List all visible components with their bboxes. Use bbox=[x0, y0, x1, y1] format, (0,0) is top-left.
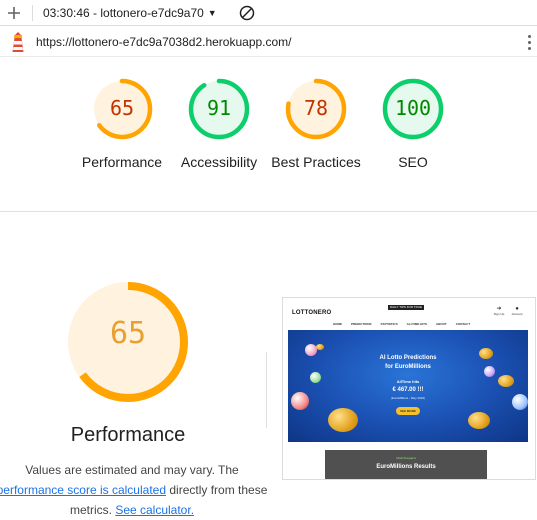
toolbar-separator bbox=[32, 4, 33, 21]
block-icon bbox=[239, 5, 254, 20]
gold-coin bbox=[328, 408, 358, 432]
thumbnail-headline-2: for EuroMillions bbox=[385, 364, 431, 370]
thumbnail-strip: DAILY TIPS FOR TRUE bbox=[388, 305, 424, 310]
thumbnail-account-label: Account bbox=[511, 312, 523, 316]
final-screenshot-thumbnail[interactable]: LOTTONERO DAILY TIPS FOR TRUE HOME PREDI… bbox=[282, 297, 536, 480]
gold-coin bbox=[468, 412, 490, 429]
thumbnail-account: ● Account bbox=[510, 306, 524, 318]
thumbnail-logo: LOTTONERO bbox=[292, 310, 332, 316]
caret-down-icon: ▼ bbox=[207, 7, 217, 18]
thumbnail-results-title: EuroMillions Results bbox=[376, 464, 436, 470]
thumbnail-alltime-hits: AllTime hits bbox=[396, 379, 420, 384]
gauge-score: 78 bbox=[303, 96, 329, 120]
gauge-label: Accessibility bbox=[180, 154, 258, 170]
thumbnail-headline-1: AI Lotto Predictions bbox=[379, 355, 437, 361]
performance-score-large: 65 bbox=[109, 316, 147, 351]
thumbnail-results-top: Most Frequent bbox=[396, 456, 416, 460]
gauge-score: 100 bbox=[394, 96, 432, 120]
clear-reports-button[interactable] bbox=[235, 1, 259, 25]
thumbnail-amount: € 467.00 !!! bbox=[392, 387, 424, 393]
gauge-label: SEO bbox=[398, 154, 428, 170]
lighthouse-icon bbox=[6, 30, 30, 54]
gauge-score: 91 bbox=[206, 96, 232, 120]
thumbnail-results-panel: Most Frequent EuroMillions Results bbox=[325, 450, 487, 479]
devtools-toolbar: 03:30:46 - lottonero-e7dc9a70 ▼ bbox=[0, 0, 537, 26]
plus-icon bbox=[8, 6, 20, 19]
scores-summary: 65 Performance 91 Accessibility 78 Best Pract… bbox=[0, 58, 537, 212]
lottery-ball bbox=[291, 392, 309, 410]
more-options-icon[interactable] bbox=[523, 31, 535, 53]
thumbnail-menu-item: HOME bbox=[333, 322, 342, 326]
disclaimer-text-1: Values are estimated and may vary. The bbox=[25, 463, 239, 477]
thumbnail-headline: AI Lotto Predictions for EuroMillions bbox=[288, 354, 528, 372]
thumbnail-menu-item: ABOUT bbox=[436, 322, 447, 326]
gauge-accessibility[interactable]: 91 Accessibility bbox=[164, 76, 274, 172]
gauge-label: Best Practices bbox=[271, 154, 361, 170]
thumbnail-navbar: LOTTONERO DAILY TIPS FOR TRUE HOME PREDI… bbox=[288, 302, 528, 328]
thumbnail-menu-item: ALLTIME HITS bbox=[406, 322, 428, 326]
score-calculated-link[interactable]: performance score is calculated bbox=[0, 483, 166, 497]
performance-disclaimer: Values are estimated and may vary. The p… bbox=[0, 460, 272, 520]
disclaimer-text-3: metrics. bbox=[69, 503, 112, 517]
thumbnail-signup-label: Sign Up bbox=[493, 312, 505, 316]
report-selector-label: 03:30:46 - lottonero-e7dc9a70 bbox=[43, 5, 204, 20]
gauge-best-practices[interactable]: 78 Best Practices bbox=[261, 76, 371, 172]
thumbnail-hero: AI Lotto Predictions for EuroMillions Al… bbox=[288, 330, 528, 442]
thumbnail-menu-item: PREDICTIONS bbox=[351, 322, 372, 326]
gauge-performance[interactable]: 65 Performance bbox=[67, 76, 177, 172]
thumbnail-signup: ➜ Sign Up bbox=[492, 306, 506, 318]
add-report-button[interactable] bbox=[2, 1, 26, 25]
thumbnail-menu-item: STATISTICS bbox=[380, 322, 398, 326]
gauge-label: Performance bbox=[81, 154, 163, 170]
gauge-seo[interactable]: 100 SEO bbox=[358, 76, 468, 172]
thumbnail-see-more-button: SEE MORE bbox=[396, 407, 420, 415]
vertical-divider bbox=[266, 352, 267, 428]
disclaimer-text-2: directly from these bbox=[169, 483, 268, 497]
thumbnail-menu: HOME PREDICTIONS STATISTICS ALLTIME HITS… bbox=[333, 322, 470, 326]
thumbnail-sub: (EuroMillions - May 2023) bbox=[390, 396, 426, 400]
gauge-score: 65 bbox=[109, 96, 135, 120]
performance-title: Performance bbox=[70, 424, 186, 446]
see-calculator-link[interactable]: See calculator. bbox=[115, 503, 194, 517]
report-url[interactable]: https://lottonero-e7dc9a7038d2.herokuapp… bbox=[36, 35, 292, 49]
gold-coin bbox=[316, 344, 324, 350]
thumbnail-menu-item: CONTACT bbox=[455, 322, 471, 326]
report-selector[interactable]: 03:30:46 - lottonero-e7dc9a70 ▼ bbox=[39, 6, 221, 20]
report-url-bar: https://lottonero-e7dc9a7038d2.herokuapp… bbox=[0, 27, 537, 57]
